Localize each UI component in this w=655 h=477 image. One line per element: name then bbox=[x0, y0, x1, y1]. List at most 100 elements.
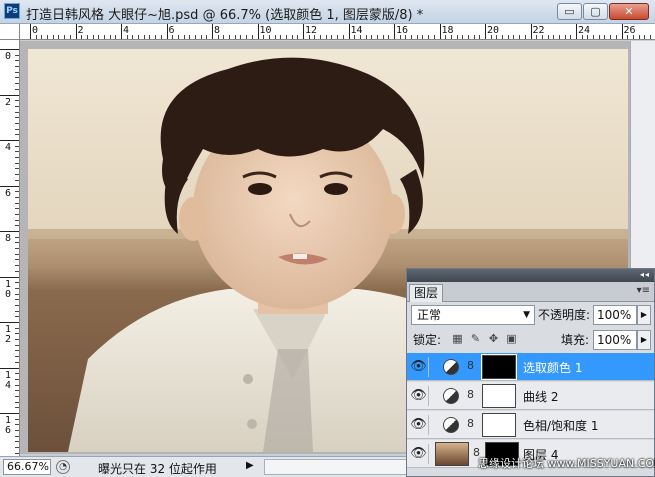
watermark-text: 思缘设计论坛 www.MISSYUAN.COM bbox=[478, 457, 655, 470]
ruler-minor-tick bbox=[15, 378, 19, 380]
eye-icon[interactable]: 👁 bbox=[409, 357, 429, 377]
layer-name[interactable]: 曲线 2 bbox=[523, 388, 558, 405]
ruler-minor-tick bbox=[15, 168, 19, 170]
layer-name[interactable]: 选取颜色 1 bbox=[523, 359, 582, 376]
chain-link-icon[interactable]: 8 bbox=[467, 417, 474, 430]
ruler-minor-tick bbox=[15, 350, 19, 352]
ruler-minor-tick bbox=[593, 35, 595, 39]
ruler-minor-tick bbox=[587, 35, 589, 39]
blend-mode-select[interactable]: 正常 ▼ bbox=[411, 305, 535, 325]
ruler-minor-tick bbox=[354, 35, 356, 39]
tab-layers[interactable]: 图层 bbox=[409, 284, 444, 302]
ruler-minor-tick bbox=[251, 35, 253, 39]
layers-panel: ◂◂ 图层 ▾≡ 正常 ▼ 不透明度: 100% ▶ 锁定: ▦ ✎ ✥ ▣ 填… bbox=[406, 268, 655, 477]
layer-thumbnail[interactable] bbox=[435, 442, 469, 466]
ruler-minor-tick bbox=[138, 35, 140, 39]
ruler-minor-tick bbox=[58, 35, 60, 39]
ruler-minor-tick bbox=[217, 35, 219, 39]
lock-all-icon[interactable]: ▣ bbox=[505, 332, 518, 345]
ruler-minor-tick bbox=[507, 35, 509, 39]
ruler-minor-tick bbox=[15, 333, 19, 335]
ruler-minor-tick bbox=[35, 35, 37, 39]
ruler-minor-tick bbox=[519, 35, 521, 39]
layer-mask-thumbnail[interactable] bbox=[482, 413, 516, 437]
layer-mask-thumbnail[interactable] bbox=[481, 354, 517, 380]
ruler-minor-tick bbox=[194, 35, 196, 39]
status-menu-arrow-icon[interactable]: ▶ bbox=[246, 460, 254, 471]
ruler-tick-label: 2 bbox=[5, 96, 12, 108]
ruler-minor-tick bbox=[15, 105, 19, 107]
ruler-minor-tick bbox=[103, 35, 105, 39]
maximize-button[interactable]: ▢ bbox=[583, 3, 608, 20]
horizontal-ruler[interactable]: 0 2 4 6 8 10 12 14 16 18 20 22 24 26 bbox=[20, 24, 655, 40]
ruler-major-tick bbox=[348, 24, 350, 39]
horizontal-scrollbar[interactable] bbox=[264, 459, 409, 475]
ruler-minor-tick bbox=[342, 35, 344, 39]
ruler-minor-tick bbox=[115, 35, 117, 39]
ruler-minor-tick bbox=[291, 35, 293, 39]
ruler-minor-tick bbox=[132, 35, 134, 39]
ruler-minor-tick bbox=[172, 35, 174, 39]
ruler-minor-tick bbox=[15, 100, 19, 102]
fill-slider-button[interactable]: ▶ bbox=[637, 330, 651, 350]
ruler-minor-tick bbox=[524, 35, 526, 39]
ruler-tick-label: 16 bbox=[5, 415, 12, 436]
ruler-minor-tick bbox=[416, 35, 418, 39]
panel-collapse-bar[interactable]: ◂◂ bbox=[407, 269, 654, 282]
ruler-minor-tick bbox=[632, 35, 634, 39]
lock-transparent-icon[interactable]: ▦ bbox=[451, 332, 464, 345]
ruler-minor-tick bbox=[325, 35, 327, 39]
layer-row-selective-color[interactable]: 👁 8 选取颜色 1 bbox=[407, 353, 654, 381]
minimize-button[interactable]: ▭ bbox=[557, 3, 582, 20]
ruler-minor-tick bbox=[15, 157, 19, 159]
ruler-minor-tick bbox=[598, 35, 600, 39]
ruler-corner[interactable] bbox=[0, 24, 20, 40]
info-icon[interactable]: ◔ bbox=[56, 460, 70, 474]
ruler-minor-tick bbox=[15, 452, 19, 454]
ruler-major-tick bbox=[0, 49, 19, 50]
lock-brush-icon[interactable]: ✎ bbox=[469, 332, 482, 345]
ruler-minor-tick bbox=[15, 447, 19, 449]
ruler-minor-tick bbox=[627, 35, 629, 39]
eye-icon[interactable]: 👁 bbox=[409, 444, 429, 464]
close-button[interactable]: ✕ bbox=[609, 3, 649, 20]
lock-move-icon[interactable]: ✥ bbox=[487, 332, 500, 345]
ruler-tick-label: 10 bbox=[5, 278, 12, 300]
ruler-minor-tick bbox=[320, 35, 322, 39]
ruler-minor-tick bbox=[553, 35, 555, 39]
opacity-slider-button[interactable]: ▶ bbox=[637, 305, 651, 325]
ruler-minor-tick bbox=[570, 35, 572, 39]
ruler-minor-tick bbox=[314, 35, 316, 39]
ruler-minor-tick bbox=[479, 35, 481, 39]
ruler-minor-tick bbox=[15, 339, 19, 341]
ruler-major-tick bbox=[530, 24, 532, 39]
eye-icon[interactable]: 👁 bbox=[409, 415, 429, 435]
eye-icon[interactable]: 👁 bbox=[409, 386, 429, 406]
chain-link-icon[interactable]: 8 bbox=[467, 359, 474, 372]
ruler-minor-tick bbox=[15, 407, 19, 409]
chain-link-icon[interactable]: 8 bbox=[467, 388, 474, 401]
ruler-minor-tick bbox=[15, 316, 19, 318]
fill-input[interactable]: 100% bbox=[593, 330, 637, 350]
layer-name[interactable]: 色相/饱和度 1 bbox=[523, 417, 599, 434]
ruler-minor-tick bbox=[15, 134, 19, 136]
panel-menu-icon[interactable]: ▾≡ bbox=[637, 285, 650, 296]
ruler-major-tick bbox=[75, 24, 77, 39]
vertical-ruler[interactable]: 024681012141618 bbox=[0, 40, 20, 456]
ruler-minor-tick bbox=[229, 35, 231, 39]
layer-row-hue-saturation[interactable]: 👁 8 色相/饱和度 1 bbox=[407, 411, 654, 439]
ruler-minor-tick bbox=[15, 242, 19, 244]
layer-row-curves[interactable]: 👁 8 曲线 2 bbox=[407, 382, 654, 410]
panel-tab-bar: 图层 ▾≡ bbox=[407, 282, 654, 302]
blend-opacity-row: 正常 ▼ 不透明度: 100% ▶ bbox=[407, 302, 654, 327]
opacity-input[interactable]: 100% bbox=[593, 305, 637, 325]
ruler-minor-tick bbox=[15, 191, 19, 193]
ruler-minor-tick bbox=[15, 122, 19, 124]
ruler-minor-tick bbox=[450, 35, 452, 39]
ruler-major-tick bbox=[0, 94, 19, 96]
ruler-minor-tick bbox=[547, 35, 549, 39]
layer-mask-thumbnail[interactable] bbox=[482, 384, 516, 408]
ruler-minor-tick bbox=[234, 35, 236, 39]
zoom-input[interactable]: 66.67% bbox=[3, 459, 51, 475]
ruler-minor-tick bbox=[274, 35, 276, 39]
